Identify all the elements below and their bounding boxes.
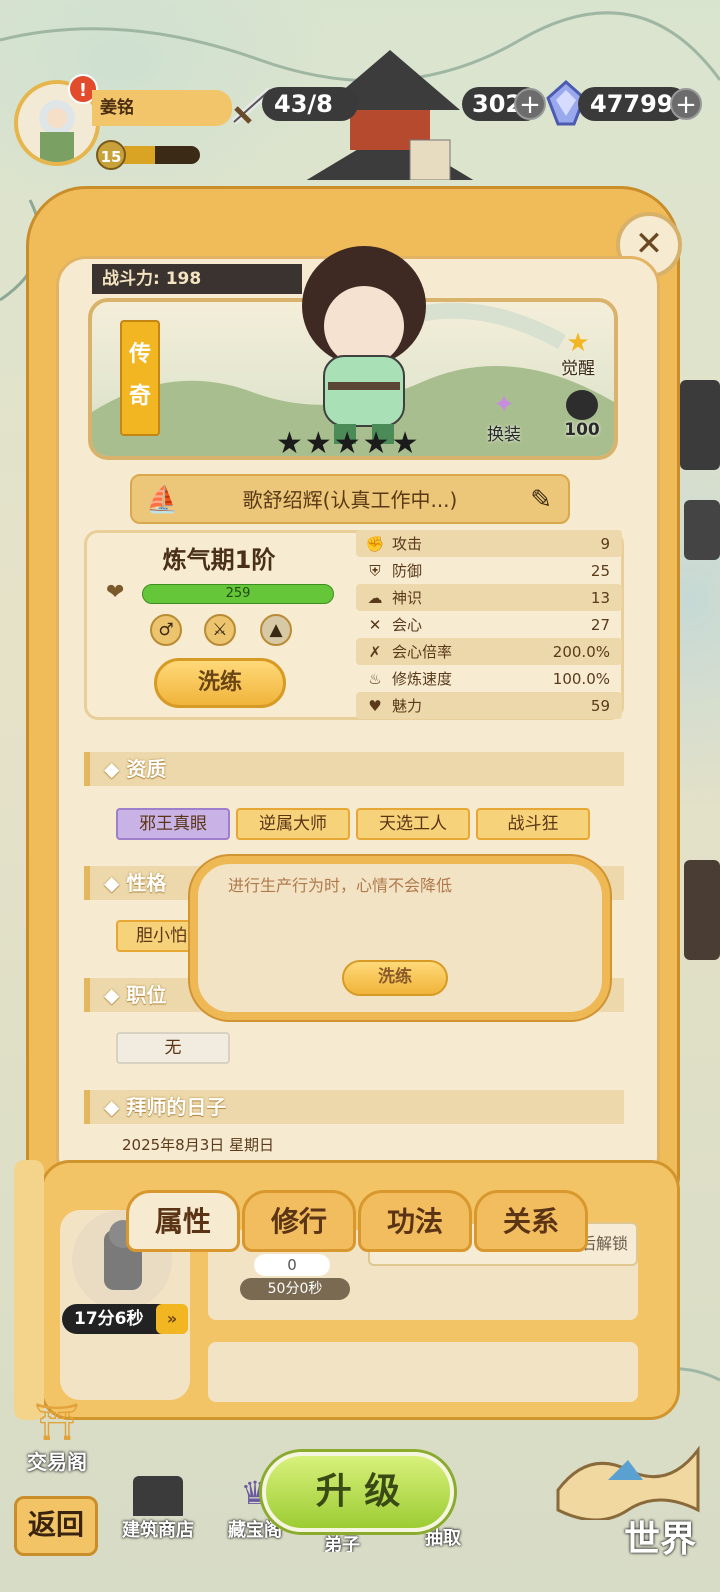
awaken-label: 觉醒 xyxy=(561,359,595,379)
upgrade-button[interactable]: 升 级 xyxy=(262,1452,454,1532)
shop-icon xyxy=(133,1476,183,1516)
stat-row: ✗ 会心倍率 200.0% xyxy=(356,638,622,665)
slot-duration: 50分0秒 xyxy=(240,1278,350,1300)
personality-tag[interactable]: 胆小怕 xyxy=(116,920,196,952)
hero-character[interactable] xyxy=(284,236,444,446)
stat-row: ✕ 会心 27 xyxy=(356,611,622,638)
tooltip-refine-button[interactable]: 洗练 xyxy=(342,960,448,996)
stats-list: ✊ 攻击 9 ⛨ 防御 25 ☁ 神识 13 ✕ 会心 27 ✗ 会心倍率 200.0% ♨ 修炼速度 100.0… xyxy=(356,530,622,720)
aptitude-tag[interactable]: 战斗狂 xyxy=(476,808,590,840)
aptitude-tag[interactable]: 逆属大师 xyxy=(236,808,350,840)
cultivation-realm: 炼气期1阶 xyxy=(162,546,276,574)
player-name: 姜铭 xyxy=(92,90,232,126)
stat-row: ☁ 神识 13 xyxy=(356,584,622,611)
left-side-tab[interactable] xyxy=(14,1160,44,1420)
trade-pavilion-label: 交易阁 xyxy=(27,1450,87,1474)
boat-icon: ⛵ xyxy=(146,485,179,515)
back-button[interactable]: 返回 xyxy=(14,1496,98,1556)
stat-value: 25 xyxy=(590,561,610,580)
stat-row: ⛨ 防御 25 xyxy=(356,557,622,584)
tab-techniques[interactable]: 功法 xyxy=(358,1190,472,1252)
add-gem-button[interactable]: + xyxy=(670,88,702,120)
terrain-icon[interactable]: ▲ xyxy=(260,614,292,646)
stat-label: 攻击 xyxy=(392,535,423,553)
stat-value: 200.0% xyxy=(552,642,610,661)
stat-icon: ☁ xyxy=(367,588,383,607)
stat-value: 27 xyxy=(590,615,610,634)
world-map-scroll-icon xyxy=(556,1445,700,1522)
rename-brush-icon[interactable]: ✎ xyxy=(530,476,552,524)
tooltip-text: 进行生产行为时，心情不会降低 xyxy=(228,876,453,895)
stat-label: 会心 xyxy=(392,616,423,634)
stat-value: 100.0% xyxy=(552,669,610,688)
change-outfit-label: 换装 xyxy=(487,425,521,445)
awaken-button[interactable]: ★ 觉醒 xyxy=(548,328,608,379)
heart-icon: ❤ xyxy=(106,580,125,605)
change-outfit-button[interactable]: ✦ 换装 xyxy=(476,390,532,446)
exp-bar xyxy=(118,146,200,164)
section-apprentice-date: ◆ 拜师的日子 xyxy=(84,1090,624,1124)
hero-name-status: 歌舒绍辉(认真工作中...) xyxy=(242,488,458,512)
stat-value: 59 xyxy=(590,696,610,715)
tab-attributes[interactable]: 属性 xyxy=(126,1190,240,1252)
trade-pavilion-button[interactable]: ⛩ 交易阁 xyxy=(12,1400,102,1480)
stat-label: 魅力 xyxy=(392,697,423,715)
stat-value: 9 xyxy=(600,534,610,553)
rarity-text: 传奇 xyxy=(129,342,152,409)
refine-button[interactable]: 洗练 xyxy=(154,658,286,708)
stamina-counter: 43/8 xyxy=(262,87,358,121)
weapon-icon[interactable]: ⚔ xyxy=(204,614,236,646)
portrait-counter-button[interactable]: 100 xyxy=(556,390,608,446)
pagoda-icon: ⛩ xyxy=(34,1402,80,1443)
stat-icon: ♨ xyxy=(368,669,382,688)
combat-power: 战斗力: 198 xyxy=(92,264,302,294)
aptitude-tag[interactable]: 天选工人 xyxy=(356,808,470,840)
stat-row: ♨ 修炼速度 100.0% xyxy=(356,665,622,692)
stat-icon: ✕ xyxy=(368,615,382,634)
stat-row: ✊ 攻击 9 xyxy=(356,530,622,557)
world-button[interactable]: 世界 xyxy=(548,1430,708,1560)
position-value: 无 xyxy=(116,1032,230,1064)
stat-icon: ✗ xyxy=(368,642,382,661)
portrait-count: 100 xyxy=(564,420,600,440)
tab-relations[interactable]: 关系 xyxy=(474,1190,588,1252)
hp-bar: 259 xyxy=(142,584,334,604)
stat-label: 神识 xyxy=(392,589,423,607)
aptitude-tag[interactable]: 邪王真眼 xyxy=(116,808,230,840)
hero-name-bar: ⛵ 歌舒绍辉(认真工作中...) ✎ xyxy=(130,474,570,524)
rarity-badge: 传奇 xyxy=(120,320,160,436)
stat-icon: ♥ xyxy=(368,696,382,715)
outfit-icon: ✦ xyxy=(493,390,515,420)
male-gender-icon: ♂ xyxy=(150,614,182,646)
slot-counter: 0 xyxy=(254,1254,330,1276)
speedup-icon[interactable]: » xyxy=(156,1304,188,1334)
apprentice-date: 2025年8月3日 星期日 xyxy=(122,1136,275,1154)
stat-value: 13 xyxy=(590,588,610,607)
stat-row: ♥ 魅力 59 xyxy=(356,692,622,719)
hero-star-rating: ★★★★★ xyxy=(276,426,421,461)
portrait-face-icon xyxy=(566,390,598,420)
add-currency-button[interactable]: + xyxy=(514,88,546,120)
building-shop-button[interactable]: 建筑商店 xyxy=(116,1470,200,1560)
stat-label: 防御 xyxy=(392,562,423,580)
slot-card-empty xyxy=(208,1342,638,1402)
building-shop-label: 建筑商店 xyxy=(122,1520,194,1541)
stat-icon: ⛨ xyxy=(369,561,381,580)
stat-label: 会心倍率 xyxy=(392,643,453,661)
section-aptitude: ◆ 资质 xyxy=(84,752,624,786)
stat-icon: ✊ xyxy=(365,534,385,553)
awaken-star-icon: ★ xyxy=(566,328,590,358)
player-level-badge: 15 xyxy=(96,140,126,170)
stat-label: 修炼速度 xyxy=(392,670,453,688)
tab-cultivation[interactable]: 修行 xyxy=(242,1190,356,1252)
